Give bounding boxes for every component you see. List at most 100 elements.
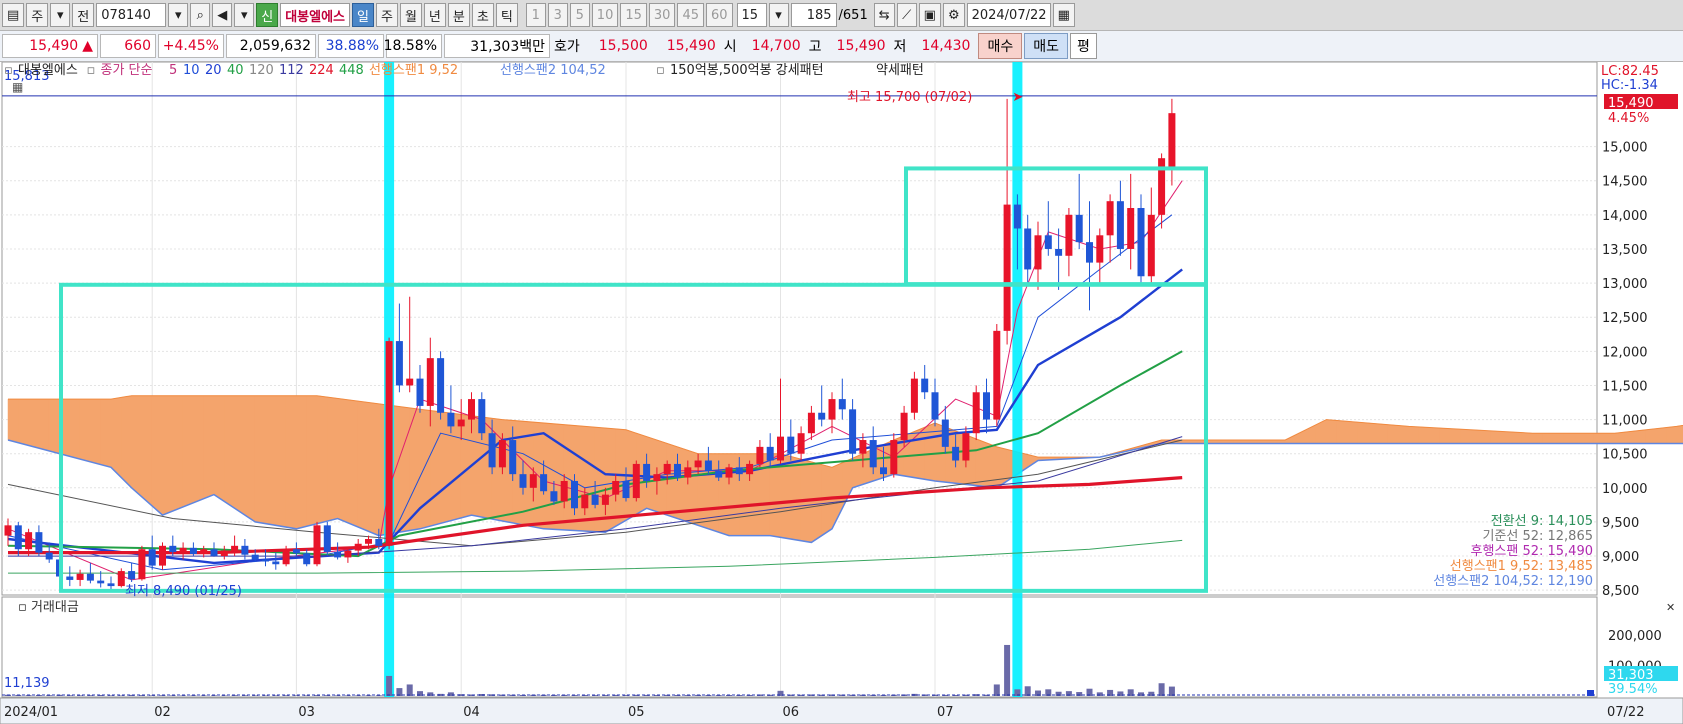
price-tag: 15,490 xyxy=(1608,96,1654,111)
cloud-segment xyxy=(213,395,225,502)
period-tab[interactable]: 틱 xyxy=(495,3,518,27)
candle-body xyxy=(601,494,609,505)
cloud-segment xyxy=(296,395,307,530)
cloud-segment xyxy=(1645,428,1657,444)
up-arrow-icon: ▲ xyxy=(82,38,93,54)
market-dropdown-icon[interactable]: ▾ xyxy=(50,3,71,27)
volume-cell: 2,059,632 xyxy=(226,34,316,58)
period-tab[interactable]: 일 xyxy=(352,3,374,27)
minute-tab[interactable]: 3 xyxy=(547,3,568,27)
legend-ma: 448 xyxy=(339,63,364,78)
calendar-icon[interactable]: ▦ xyxy=(1052,3,1075,27)
average-button[interactable]: 평 xyxy=(1069,33,1097,59)
buy-button[interactable]: 매수 xyxy=(978,33,1023,59)
candle-body xyxy=(962,433,970,461)
cloud-segment xyxy=(7,398,19,444)
bid-price: 15,490 xyxy=(666,38,716,54)
cloud-segment xyxy=(79,398,91,463)
candle-body xyxy=(849,409,857,454)
minute-tab[interactable]: 15 xyxy=(620,3,647,27)
period-tab[interactable]: 월 xyxy=(399,3,422,27)
minute-tab[interactable]: 45 xyxy=(677,3,704,27)
candle-body xyxy=(25,532,33,550)
candle-body xyxy=(385,341,393,546)
candle-body xyxy=(674,463,681,478)
candle-body xyxy=(1024,228,1032,270)
candle-body xyxy=(447,412,455,427)
minute-tab[interactable]: 30 xyxy=(648,3,676,27)
minute-tab[interactable]: 5 xyxy=(569,3,590,27)
candle-body xyxy=(282,549,290,565)
y-tick-label: 11,000 xyxy=(1602,414,1648,429)
cloud-segment xyxy=(399,406,410,533)
settings-gear-icon[interactable]: ⚙ xyxy=(942,3,965,27)
volume-bar xyxy=(344,695,351,696)
cloud-segment xyxy=(1676,425,1683,444)
legend-span2: 선행스팬2 104,52 xyxy=(500,62,606,78)
period-tab[interactable]: 주 xyxy=(375,3,398,27)
cloud-segment xyxy=(357,400,369,532)
candle-body xyxy=(777,436,784,461)
candle-body xyxy=(334,551,342,558)
cloud-segment xyxy=(1604,432,1616,444)
price-cell: 15,490 ▲ xyxy=(2,34,98,58)
price-chart[interactable]: ▫ 거래대금11,139200,000100,00031,30339.54%✕ … xyxy=(0,62,1683,724)
candle-body xyxy=(1096,235,1104,263)
speaker-dropdown-icon[interactable]: ▾ xyxy=(234,3,255,27)
compare-icon[interactable]: ⇆ xyxy=(873,3,895,27)
cloud-segment xyxy=(90,398,101,465)
date-input[interactable]: 2024/07/22 xyxy=(966,3,1051,27)
cloud-segment xyxy=(1583,432,1595,444)
minute-tab[interactable]: 10 xyxy=(591,3,619,27)
cloud-segment xyxy=(1336,420,1348,444)
volume-bar xyxy=(406,684,413,696)
candle-body xyxy=(550,491,558,502)
cloud-segment xyxy=(1542,432,1554,444)
menu-icon[interactable]: ▤ xyxy=(2,3,25,27)
code-dropdown-icon[interactable]: ▾ xyxy=(168,3,189,27)
minute-tab[interactable]: 60 xyxy=(705,3,733,27)
candle-body xyxy=(251,554,259,560)
cloud-segment xyxy=(38,398,50,452)
lc-label: LC:82.45 xyxy=(1601,64,1659,79)
legend-ma: 5 xyxy=(169,63,177,78)
cloud-segment xyxy=(1666,426,1677,444)
code-input[interactable]: 078140 xyxy=(96,3,167,27)
volume-bar xyxy=(1158,683,1165,696)
candle-body xyxy=(1044,235,1052,249)
minute-select[interactable]: 15 xyxy=(736,3,767,27)
save-icon[interactable]: ▣ xyxy=(918,3,941,27)
cloud-segment xyxy=(327,396,338,522)
candle-body xyxy=(704,460,712,471)
legend-price-label: 종가 단순 xyxy=(101,63,153,78)
candle-body xyxy=(663,463,671,475)
cloud-segment xyxy=(1521,432,1533,444)
cloud-segment xyxy=(203,395,215,500)
market-select[interactable]: 주 xyxy=(26,3,49,27)
y-tick-label: 14,500 xyxy=(1602,175,1648,190)
period-tab[interactable]: 년 xyxy=(423,3,446,27)
high-label: 고 xyxy=(808,39,822,55)
count-input[interactable]: 185 xyxy=(790,3,837,27)
cloud-segment xyxy=(1635,429,1646,444)
volume-bar xyxy=(118,695,125,696)
pin-icon[interactable]: ⟋ xyxy=(896,3,917,27)
period-tab[interactable]: 초 xyxy=(471,3,494,27)
market-label: 주 xyxy=(31,9,44,25)
minute-tab[interactable]: 1 xyxy=(525,3,546,27)
candle-body xyxy=(807,412,815,434)
cloud-segment xyxy=(666,443,678,519)
period-tab[interactable]: 분 xyxy=(447,3,470,27)
range-select[interactable]: 전 xyxy=(72,3,95,27)
total-count: /651 xyxy=(838,7,868,23)
cloud-segment xyxy=(1439,427,1451,444)
sell-button[interactable]: 매도 xyxy=(1024,33,1068,59)
cloud-segment xyxy=(100,398,112,468)
cloud-segment xyxy=(347,399,359,528)
search-icon[interactable]: ⌕ xyxy=(190,3,211,27)
speaker-icon[interactable]: ◀ xyxy=(212,3,233,27)
cloud-segment xyxy=(234,395,246,516)
cloud-segment xyxy=(1449,428,1461,444)
stock-name[interactable]: 대봉엘에스 xyxy=(280,3,351,27)
minute-dropdown-icon[interactable]: ▾ xyxy=(768,3,789,27)
